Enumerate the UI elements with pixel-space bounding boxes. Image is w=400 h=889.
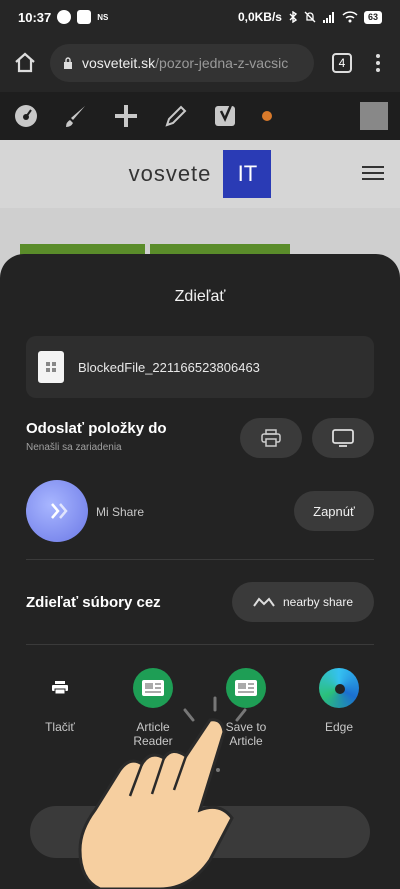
mi-share-enable-button[interactable]: Zapnúť (294, 491, 374, 531)
notification-icon (77, 10, 92, 24)
add-new-icon[interactable] (112, 102, 140, 130)
seo-status-dot (262, 111, 272, 121)
site-logo-box: IT (223, 150, 272, 198)
edge-icon (319, 668, 359, 708)
send-to-subtitle: Nenašli sa zariadenia (26, 442, 122, 453)
url-path: /pozor-jedna-z-vacsic (155, 55, 289, 71)
user-avatar[interactable] (360, 102, 388, 130)
home-icon[interactable] (12, 50, 38, 76)
print-device-button[interactable] (240, 418, 302, 458)
network-speed: 0,0KB/s (237, 10, 282, 24)
wordpress-admin-bar (0, 92, 400, 140)
tab-switcher-button[interactable]: 4 (332, 53, 352, 73)
share-via-title: Zdieľať súbory cez (26, 594, 161, 611)
messenger-icon (57, 10, 72, 24)
dashboard-icon[interactable] (12, 102, 40, 130)
status-indicator: NS (97, 12, 109, 22)
printer-icon (261, 429, 281, 447)
customize-brush-icon[interactable] (62, 102, 90, 130)
signal-icon (322, 12, 334, 23)
divider (26, 559, 374, 560)
nearby-share-icon (253, 597, 275, 607)
bluetooth-icon (289, 11, 298, 23)
yoast-seo-icon[interactable] (212, 102, 240, 130)
file-name: BlockedFile_221166523806463 (78, 359, 260, 375)
lock-icon (64, 57, 72, 69)
bell-muted-icon (304, 11, 316, 23)
file-icon (38, 351, 64, 383)
url-domain: vosveteit.sk (82, 55, 156, 71)
send-to-title: Odoslať položky do (26, 420, 167, 437)
site-logo-text: vosvete (128, 161, 212, 186)
more-menu-icon[interactable] (368, 54, 388, 72)
browser-toolbar: vosveteit.sk/pozor-jedna-z-vacsic 4 (0, 34, 400, 92)
share-sheet-title: Zdieľať (174, 288, 226, 305)
status-time: 10:37 (18, 9, 52, 25)
nearby-share-label: nearby share (282, 595, 354, 609)
mi-share-icon (26, 480, 88, 542)
battery-indicator: 63 (363, 10, 382, 24)
edit-pencil-icon[interactable] (162, 102, 190, 130)
mi-share-label: Mi Share (96, 505, 145, 519)
site-header: vosvete IT (0, 140, 400, 208)
hamburger-menu-icon[interactable] (362, 166, 384, 180)
shared-file-card: BlockedFile_221166523806463 (26, 336, 374, 398)
url-bar[interactable]: vosveteit.sk/pozor-jedna-z-vacsic (50, 44, 314, 82)
divider (26, 644, 374, 645)
share-app-edge[interactable]: Edge (299, 668, 379, 734)
tap-gesture-hand-icon (78, 696, 247, 889)
wifi-icon (342, 11, 358, 23)
status-bar: 10:37 NS 0,0KB/s 63 (0, 0, 400, 34)
monitor-icon (332, 429, 354, 447)
app-label: Edge (324, 720, 354, 734)
cast-screen-button[interactable] (312, 418, 374, 458)
nearby-share-button[interactable]: nearby share (232, 582, 374, 622)
